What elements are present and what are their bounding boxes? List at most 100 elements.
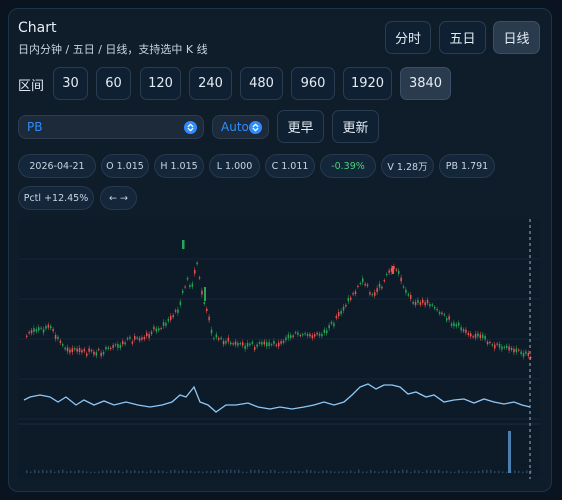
mode-five-day-button[interactable]: 五日 <box>439 21 486 54</box>
volume-bar <box>34 469 36 473</box>
range-960-button[interactable]: 960 <box>291 67 335 100</box>
candle-body <box>494 344 496 349</box>
volume-bar <box>526 470 528 473</box>
volume-bar <box>66 471 68 473</box>
volume-bar <box>474 471 476 473</box>
candle-body <box>76 348 78 352</box>
volume-bar <box>458 469 460 473</box>
candlestick-chart[interactable] <box>18 219 540 479</box>
range-480-button[interactable]: 480 <box>240 67 283 100</box>
volume-bar <box>102 470 104 473</box>
candle-body <box>59 340 62 343</box>
volume-bar <box>262 470 264 473</box>
indicator-select[interactable]: PB <box>18 115 204 139</box>
volume-bar <box>174 469 176 473</box>
candle-body <box>513 348 515 353</box>
volume-bar <box>390 471 392 473</box>
candle-body <box>64 347 66 350</box>
candle-body <box>93 351 95 355</box>
candle-body <box>347 297 350 302</box>
candle-body <box>244 345 246 350</box>
candle-body <box>146 332 148 336</box>
range-30-button[interactable]: 30 <box>53 67 88 100</box>
candle-body <box>50 326 52 329</box>
candle-body <box>210 329 213 334</box>
candle-body <box>204 287 206 301</box>
candle-body <box>62 344 64 346</box>
mode-intraday-button[interactable]: 分时 <box>385 21 431 54</box>
volume-bar <box>382 470 384 473</box>
volume-bar <box>58 470 60 473</box>
volume-bar <box>270 469 272 473</box>
load-earlier-button[interactable]: 更早 <box>277 110 324 143</box>
candle-body <box>81 350 83 353</box>
candle-body <box>232 343 234 345</box>
mode-daily-button[interactable]: 日线 <box>493 21 540 54</box>
candle-body <box>227 337 230 342</box>
candle-body <box>297 332 299 335</box>
volume-bar <box>250 469 252 473</box>
range-1920-button[interactable]: 1920 <box>343 67 392 100</box>
candle-body <box>323 329 326 333</box>
volume-bar <box>514 470 516 473</box>
candle-body <box>28 331 30 334</box>
range-label: 区间 <box>18 79 45 94</box>
candle-body <box>86 353 88 356</box>
range-3840-button[interactable]: 3840 <box>400 67 451 100</box>
range-60-button[interactable]: 60 <box>96 67 131 100</box>
candle-body <box>33 328 35 332</box>
info-change: -0.39% <box>320 154 376 178</box>
chart-canvas[interactable] <box>18 219 540 479</box>
scale-select[interactable]: Auto <box>212 115 269 139</box>
candle-body <box>417 299 419 303</box>
candle-body <box>441 312 443 315</box>
volume-bar <box>422 471 424 473</box>
candle-body <box>215 334 218 338</box>
volume-bar <box>182 470 184 473</box>
volume-bar <box>202 471 204 473</box>
candle-body <box>350 297 352 300</box>
info-pb: PB 1.791 <box>439 154 495 178</box>
candle-body <box>503 346 506 349</box>
candle-body <box>136 337 138 339</box>
candle-body <box>496 343 498 345</box>
candle-body <box>42 329 45 333</box>
volume-bar <box>354 471 356 473</box>
candle-body <box>239 343 242 345</box>
candle-body <box>395 269 398 271</box>
volume-bar <box>466 471 468 473</box>
volume-bar <box>330 470 332 473</box>
volume-bar <box>186 471 188 473</box>
candle-body <box>194 269 196 274</box>
candle-body <box>263 341 266 345</box>
nav-arrows-button[interactable]: ← → <box>100 186 137 210</box>
volume-bar <box>74 471 76 473</box>
volume-bar <box>370 469 372 473</box>
volume-bar <box>118 470 120 473</box>
range-120-button[interactable]: 120 <box>140 67 181 100</box>
refresh-button[interactable]: 更新 <box>332 110 379 143</box>
candle-body <box>143 336 146 340</box>
candle-body <box>285 337 287 341</box>
candle-body <box>472 336 474 338</box>
candle-body <box>122 341 124 345</box>
candle-body <box>246 342 249 347</box>
volume-bar <box>274 470 276 473</box>
volume-bar <box>146 471 148 473</box>
volume-bar <box>494 471 496 473</box>
candle-body <box>431 304 434 306</box>
candle-body <box>160 328 162 330</box>
candle-body <box>450 323 453 326</box>
candle-body <box>90 350 93 352</box>
candle-body <box>47 324 50 328</box>
volume-bar <box>142 470 144 473</box>
candle-body <box>410 295 412 299</box>
candle-body <box>170 316 172 320</box>
candle-body <box>83 349 86 352</box>
volume-bar <box>342 471 344 473</box>
candle-body <box>167 318 170 322</box>
range-240-button[interactable]: 240 <box>189 67 232 100</box>
volume-bar <box>310 470 312 473</box>
candle-body <box>359 282 362 285</box>
volume-bar <box>430 470 432 473</box>
